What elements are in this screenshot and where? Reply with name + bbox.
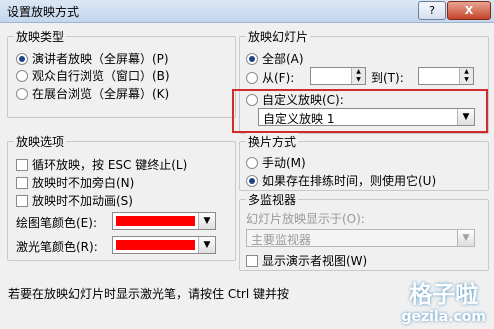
check-no-animation-label: 放映时不加动画(S) <box>32 194 133 208</box>
radio-presenter-label: 演讲者放映（全屏幕）(P) <box>32 52 169 66</box>
radio-timings[interactable]: 如果存在排练时间，则使用它(U) <box>246 172 436 189</box>
highlight-box <box>232 89 488 133</box>
check-no-narration[interactable]: 放映时不加旁白(N) <box>16 174 134 191</box>
laser-color-dropdown[interactable]: ▼ <box>112 236 216 254</box>
radio-audience[interactable]: 观众自行浏览（窗口）(B) <box>16 67 170 84</box>
close-button[interactable]: X <box>447 1 491 20</box>
checkbox-icon[interactable] <box>16 158 28 171</box>
checkbox-icon[interactable] <box>16 176 28 189</box>
laser-hint-text: 若要在放映幻灯片时显示激光笔，请按住 Ctrl 键并按 <box>8 287 289 301</box>
advance-group: 换片方式 手动(M) 如果存在排练时间，则使用它(U) <box>239 133 489 191</box>
pen-color-swatch <box>116 216 195 226</box>
from-spinner[interactable]: ▲ ▼ <box>310 67 366 85</box>
laser-color-swatch <box>116 240 195 250</box>
show-type-group: 放映类型 演讲者放映（全屏幕）(P) 观众自行浏览（窗口）(B) 在展台浏览（全… <box>7 28 236 118</box>
radio-kiosk[interactable]: 在展台浏览（全屏幕）(K) <box>16 85 169 102</box>
spinner-arrows-icon[interactable]: ▲ ▼ <box>351 68 365 84</box>
check-loop-label: 循环放映，按 ESC 键终止(L) <box>32 158 188 172</box>
radio-all[interactable]: 全部(A) <box>246 50 304 67</box>
radio-kiosk-label: 在展台浏览（全屏幕）(K) <box>32 87 170 101</box>
radio-manual-label: 手动(M) <box>262 156 306 170</box>
monitors-label: 多监视器 <box>246 191 299 208</box>
check-no-narration-label: 放映时不加旁白(N) <box>32 176 135 190</box>
pen-color-dropdown[interactable]: ▼ <box>112 212 216 230</box>
radio-audience-label: 观众自行浏览（窗口）(B) <box>32 69 170 83</box>
title-bar: 设置放映方式 ? X <box>0 0 494 23</box>
radio-manual[interactable]: 手动(M) <box>246 154 306 171</box>
window-title: 设置放映方式 <box>7 5 80 19</box>
radio-presenter[interactable]: 演讲者放映（全屏幕）(P) <box>16 50 169 67</box>
check-loop[interactable]: 循环放映，按 ESC 键终止(L) <box>16 156 187 173</box>
radio-icon[interactable] <box>16 52 28 65</box>
advance-label: 换片方式 <box>246 133 299 150</box>
radio-icon[interactable] <box>246 174 258 187</box>
check-no-animation[interactable]: 放映时不加动画(S) <box>16 192 133 209</box>
chevron-down-icon[interactable]: ▼ <box>198 237 215 253</box>
radio-timings-label: 如果存在排练时间，则使用它(U) <box>262 174 437 188</box>
chevron-down-icon[interactable]: ▼ <box>198 213 215 229</box>
radio-from-label: 从(F): <box>262 71 295 85</box>
watermark: 格子啦 gezila.com <box>401 275 486 325</box>
radio-from[interactable]: 从(F): <box>246 69 294 86</box>
show-slides-label: 放映幻灯片 <box>246 28 311 45</box>
show-type-label: 放映类型 <box>14 28 67 45</box>
radio-all-label: 全部(A) <box>262 52 304 66</box>
monitor-dropdown[interactable]: 主要监视器 ▼ <box>246 229 475 247</box>
help-button[interactable]: ? <box>418 1 446 20</box>
pen-color-label: 绘图笔颜色(E): <box>16 216 97 230</box>
watermark-line1: 格子啦 <box>409 282 479 308</box>
check-presenter-view-label: 显示演示者视图(W) <box>262 254 368 268</box>
radio-icon[interactable] <box>16 87 28 100</box>
display-on-label: 幻灯片放映显示于(O): <box>246 212 365 226</box>
radio-icon[interactable] <box>16 69 28 82</box>
to-label: 到(T): <box>371 71 404 85</box>
radio-icon[interactable] <box>246 52 258 65</box>
monitor-value: 主要监视器 <box>251 233 312 247</box>
checkbox-icon[interactable] <box>246 254 258 267</box>
radio-icon[interactable] <box>246 156 258 169</box>
show-options-label: 放映选项 <box>14 133 67 150</box>
radio-icon[interactable] <box>246 71 258 84</box>
laser-color-label: 激光笔颜色(R): <box>16 240 98 254</box>
checkbox-icon[interactable] <box>16 194 28 207</box>
watermark-line2: gezila.com <box>401 309 486 325</box>
show-options-group: 放映选项 循环放映，按 ESC 键终止(L) 放映时不加旁白(N) 放映时不加动… <box>7 133 236 261</box>
chevron-down-icon[interactable]: ▼ <box>457 230 474 246</box>
spinner-arrows-icon[interactable]: ▲ ▼ <box>459 68 473 84</box>
monitors-group: 多监视器 幻灯片放映显示于(O): 主要监视器 ▼ 显示演示者视图(W) <box>239 191 489 271</box>
to-spinner[interactable]: ▲ ▼ <box>418 67 474 85</box>
check-presenter-view[interactable]: 显示演示者视图(W) <box>246 252 367 269</box>
